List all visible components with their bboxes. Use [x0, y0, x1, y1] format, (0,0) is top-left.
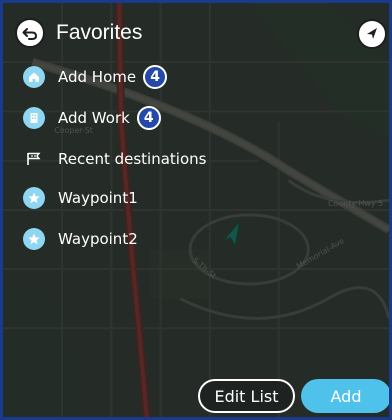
favorite-item-waypoint1[interactable]: Waypoint1	[17, 183, 317, 213]
screen-frame: Cooper-St County Hwy 5 Memorial-Ave 5-Th…	[0, 0, 392, 420]
star-icon	[23, 187, 45, 209]
edit-list-button[interactable]: Edit List	[198, 379, 295, 413]
page-title: Favorites	[56, 21, 143, 44]
back-arrow-icon	[22, 28, 38, 40]
star-icon	[23, 228, 45, 250]
header: Favorites	[3, 3, 389, 59]
work-icon	[23, 107, 45, 129]
count-badge: 4	[143, 65, 168, 89]
count-badge: 4	[136, 106, 161, 130]
back-button[interactable]	[15, 18, 45, 48]
favorite-item-add-work[interactable]: Add Work 4	[17, 103, 317, 133]
recent-destinations-icon	[23, 148, 45, 170]
favorite-item-recent-destinations[interactable]: Recent destinations	[17, 144, 317, 174]
favorite-item-label: Add Work	[58, 109, 130, 127]
favorite-item-label: Waypoint1	[58, 189, 138, 207]
favorite-item-label: Waypoint2	[58, 230, 138, 248]
home-icon	[23, 66, 45, 88]
favorite-item-waypoint2[interactable]: Waypoint2	[17, 224, 317, 254]
compass-button[interactable]	[357, 19, 387, 49]
add-button[interactable]: Add	[301, 379, 389, 413]
favorite-item-label: Add Home	[58, 68, 137, 86]
compass-arrow-icon	[367, 28, 377, 39]
favorite-item-label: Recent destinations	[58, 150, 207, 168]
favorite-item-add-home[interactable]: Add Home 4	[17, 62, 317, 92]
